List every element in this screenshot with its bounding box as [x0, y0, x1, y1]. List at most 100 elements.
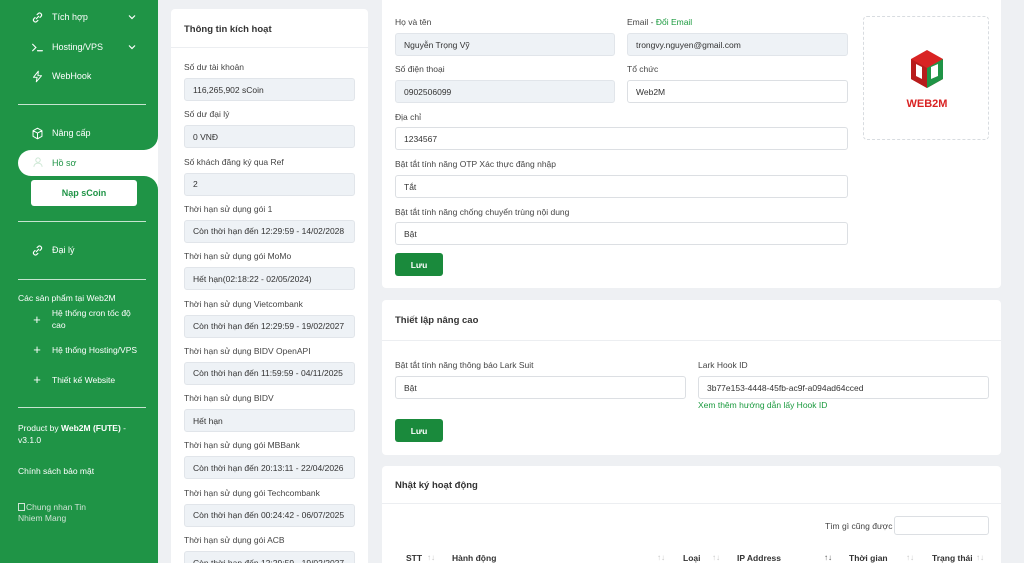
address-label: Địa chỉ: [395, 112, 421, 122]
user-icon: [32, 156, 44, 170]
sidebar-item-label: Hosting/VPS: [52, 42, 104, 52]
sidebar-item-profile[interactable]: Hồ sơ: [18, 150, 158, 176]
activation-field-value: Còn thời hạn đến 12:29:59 - 14/02/2028: [184, 219, 355, 243]
bolt-icon: [30, 69, 44, 83]
activation-field-value: Còn thời hạn đến 11:59:59 - 04/11/2025: [184, 361, 355, 385]
product-by-name[interactable]: Web2M (FUTE): [61, 423, 121, 433]
sort-icon: ↑↓: [657, 553, 665, 562]
product-hosting[interactable]: + Hệ thống Hosting/VPS: [30, 343, 146, 356]
sort-desc-icon: ↑↓: [824, 553, 832, 562]
sidebar-item-upgrade[interactable]: Nâng cấp: [18, 122, 146, 144]
email-label-row: Email - Đổi Email: [627, 17, 692, 27]
product-website[interactable]: + Thiết kế Website: [30, 373, 146, 386]
sidebar-item-webhook[interactable]: WebHook: [18, 65, 146, 87]
phone-label: Số điện thoại: [395, 64, 445, 74]
column-time[interactable]: Thời gian: [849, 553, 888, 563]
active-curve-top: [140, 134, 158, 150]
sidebar-item-label: WebHook: [52, 71, 92, 81]
change-email-link[interactable]: Đổi Email: [656, 17, 692, 27]
sidebar-item-label: Đại lý: [52, 245, 75, 255]
hook-input[interactable]: 3b77e153-4448-45fb-ac9f-a094ad64cced: [698, 376, 989, 399]
column-action[interactable]: Hành động: [452, 553, 496, 563]
lark-select[interactable]: Bật: [395, 376, 686, 399]
column-stt[interactable]: STT: [406, 553, 422, 563]
activation-field-label: Số khách đăng ký qua Ref: [184, 156, 284, 167]
activation-field-value: Hết hạn: [184, 409, 355, 433]
email-field: trongvy.nguyen@gmail.com: [627, 33, 848, 56]
topup-scoin-button[interactable]: Nạp sCoin: [31, 180, 137, 206]
sidebar-item-integration[interactable]: Tích hợp: [18, 6, 146, 28]
phone-field: 0902506099: [395, 80, 615, 103]
sidebar-item-label: Hồ sơ: [52, 158, 77, 168]
profile-save-button[interactable]: Lưu: [395, 253, 443, 276]
sidebar-divider: [18, 407, 146, 408]
activation-field-label: Thời hạn sử dụng gói MBBank: [184, 440, 300, 451]
link-icon: [30, 243, 44, 257]
sidebar-divider: [18, 279, 146, 280]
name-field: Nguyễn Trọng Vỹ: [395, 33, 615, 56]
activation-field-label: Thời hạn sử dụng BIDV OpenAPI: [184, 345, 311, 356]
otp-select[interactable]: Tắt: [395, 175, 848, 198]
activation-card-title: Thông tin kích hoạt: [184, 24, 272, 35]
duplicate-select[interactable]: Bật: [395, 222, 848, 245]
activation-field-value: 0 VNĐ: [184, 125, 355, 149]
chevron-down-icon: [128, 42, 136, 52]
sort-icon: ↑↓: [427, 553, 435, 562]
plus-icon: +: [33, 372, 41, 387]
hook-label: Lark Hook ID: [698, 360, 748, 370]
column-type[interactable]: Loại: [683, 553, 700, 563]
sidebar-divider: [18, 104, 146, 105]
activation-field-label: Thời hạn sử dụng gói ACB: [184, 535, 285, 545]
chevron-down-icon: [128, 12, 136, 22]
activation-field-label: Thời hạn sử dụng gói Techcombank: [184, 487, 320, 498]
plus-icon: +: [33, 342, 41, 357]
activation-field-label: Thời hạn sử dụng BIDV: [184, 393, 274, 404]
product-label: Hệ thống cron tốc độ cao: [51, 308, 131, 330]
activation-field-value: Còn thời hạn đến 00:24:42 - 06/07/2025: [184, 503, 355, 527]
activation-field-value: Hết hạn(02:18:22 - 02/05/2024): [184, 267, 355, 291]
activity-log-card: Nhật ký hoạt động: [382, 466, 1001, 563]
activation-field-value: Còn thời hạn đến 12:29:59 - 19/02/2027: [184, 314, 355, 338]
broken-image-icon: [18, 503, 25, 511]
card-divider: [382, 340, 1001, 341]
activation-field-label: Thời hạn sử dụng gói MoMo: [184, 251, 292, 262]
advanced-save-button[interactable]: Lưu: [395, 419, 443, 442]
sidebar: Tích hợp Hosting/VPS WebHook Nâng cấp Hồ…: [0, 0, 158, 563]
activation-field-value: 116,265,902 sCoin: [184, 78, 355, 101]
search-input[interactable]: [894, 516, 989, 535]
activation-field-value: 2: [184, 172, 355, 196]
trust-certificate-image[interactable]: Chung nhan Tin Nhiem Mang: [18, 502, 108, 524]
card-divider: [382, 503, 1001, 504]
product-by-prefix: Product by: [18, 423, 61, 433]
lark-label: Bật tắt tính năng thông báo Lark Suit: [395, 360, 534, 370]
products-section-title: Các sản phẩm tại Web2M: [18, 293, 116, 303]
activation-field-label: Số dư tài khoản: [184, 62, 245, 72]
org-input[interactable]: Web2M: [627, 80, 848, 103]
activation-field-value: Còn thời hạn đến 20:13:11 - 22/04/2026: [184, 456, 355, 480]
advanced-card-title: Thiết lập nâng cao: [395, 315, 479, 326]
card-divider: [171, 47, 368, 48]
hook-help-link[interactable]: Xem thêm hướng dẫn lấy Hook ID: [698, 400, 827, 410]
sort-icon: ↑↓: [712, 553, 720, 562]
product-label: Hệ thống Hosting/VPS: [52, 344, 138, 355]
sidebar-item-agent[interactable]: Đại lý: [18, 239, 146, 261]
sidebar-item-hosting[interactable]: Hosting/VPS: [18, 36, 146, 58]
plus-icon: +: [33, 311, 41, 327]
column-status[interactable]: Trạng thái: [932, 553, 973, 563]
activation-field-label: Số dư đại lý: [184, 109, 230, 120]
activity-log-title: Nhật ký hoạt động: [395, 480, 478, 491]
avatar-upload[interactable]: WEB2M: [863, 16, 989, 140]
column-ip[interactable]: IP Address: [737, 553, 781, 563]
address-input[interactable]: 1234567: [395, 127, 848, 150]
activation-field-value: Còn thời hạn đến 12:29:59 - 19/02/2027: [184, 551, 355, 563]
search-label: Tìm gì cũng được: [825, 521, 893, 531]
product-label: Thiết kế Website: [52, 374, 116, 385]
cert-alt-text: Chung nhan Tin Nhiem Mang: [18, 502, 87, 523]
terminal-icon: [30, 40, 44, 54]
logo-text: WEB2M: [907, 98, 948, 110]
sidebar-item-label: Nâng cấp: [52, 128, 91, 138]
product-cron[interactable]: + Hệ thống cron tốc độ cao: [30, 307, 146, 331]
privacy-policy-link[interactable]: Chính sách bảo mật: [18, 466, 94, 476]
cube-icon: [30, 126, 44, 140]
page-edge: [1010, 0, 1024, 563]
